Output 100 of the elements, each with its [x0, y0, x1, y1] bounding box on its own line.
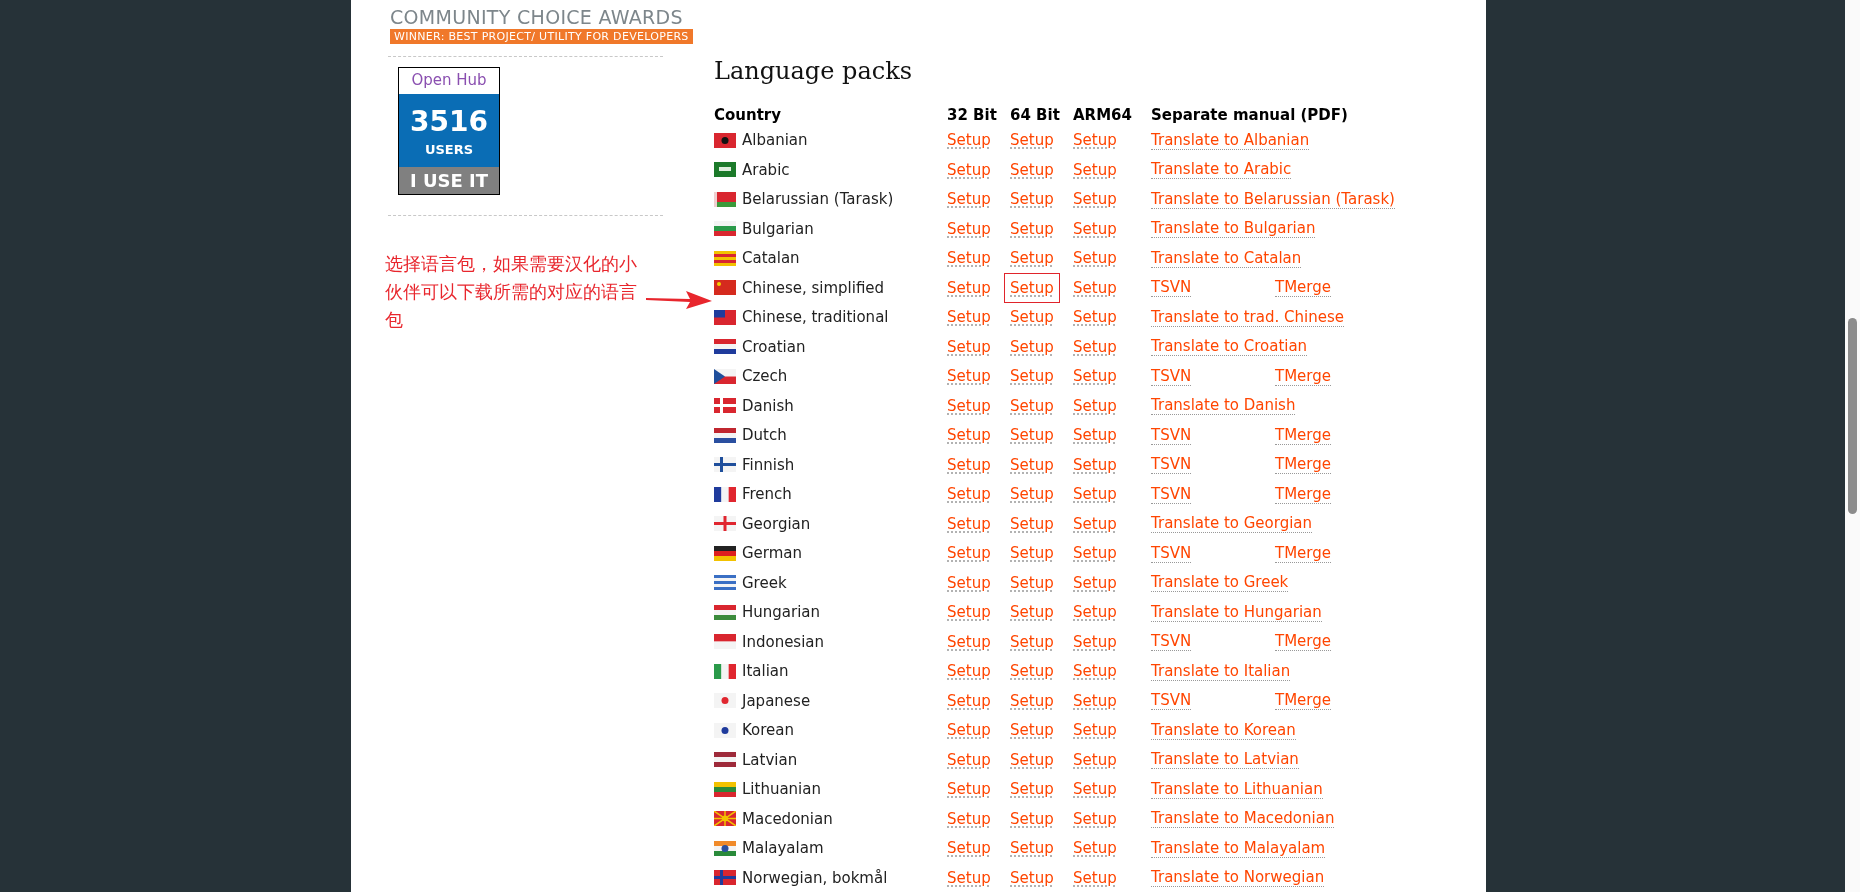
manual-link[interactable]: Translate to Lithuanian [1151, 779, 1323, 799]
manual-link[interactable]: TSVN [1151, 278, 1192, 297]
setup-link[interactable]: Setup [941, 390, 997, 421]
setup-link[interactable]: Setup [1004, 213, 1060, 244]
manual-link[interactable]: Translate to Macedonian [1151, 809, 1335, 828]
manual-link[interactable]: TMerge [1275, 691, 1331, 710]
setup-link[interactable]: Setup [941, 685, 997, 716]
setup-link[interactable]: Setup [1067, 213, 1123, 244]
setup-link[interactable]: Setup [1067, 508, 1123, 539]
setup-link[interactable]: Setup [941, 744, 997, 775]
manual-link[interactable]: Translate to Korean [1151, 720, 1296, 740]
setup-link[interactable]: Setup [941, 302, 997, 332]
setup-link[interactable]: Setup [1067, 184, 1123, 214]
setup-link[interactable]: Setup [941, 626, 997, 657]
manual-link[interactable]: Translate to Danish [1151, 396, 1296, 415]
manual-link[interactable]: TSVN [1151, 691, 1192, 710]
setup-link[interactable]: Setup [1004, 125, 1060, 155]
setup-link[interactable]: Setup [941, 184, 997, 214]
manual-link[interactable]: Translate to Italian [1151, 661, 1291, 681]
manual-link[interactable]: TMerge [1275, 425, 1331, 445]
setup-link[interactable]: Setup [1067, 803, 1123, 834]
setup-link[interactable]: Setup [941, 656, 997, 686]
setup-link[interactable]: Setup [941, 243, 997, 273]
manual-link[interactable]: TMerge [1275, 366, 1331, 386]
setup-link[interactable]: Setup [1004, 331, 1060, 362]
setup-link[interactable]: Setup [1004, 744, 1060, 775]
setup-link[interactable]: Setup [1067, 390, 1123, 421]
setup-link[interactable]: Setup [1004, 420, 1060, 450]
setup-link[interactable]: Setup [1004, 449, 1060, 480]
setup-link[interactable]: Setup [1004, 243, 1060, 273]
manual-link[interactable]: Translate to Albanian [1151, 130, 1310, 150]
setup-link[interactable]: Setup [941, 361, 997, 391]
setup-link[interactable]: Setup [941, 272, 997, 303]
setup-link[interactable]: Setup [941, 479, 997, 509]
manual-link[interactable]: TSVN [1151, 455, 1192, 474]
manual-link[interactable]: TMerge [1275, 632, 1331, 651]
manual-link[interactable]: Translate to Arabic [1151, 160, 1292, 179]
manual-link[interactable]: Translate to Belarussian (Tarask) [1151, 189, 1395, 209]
setup-link[interactable]: Setup [941, 567, 997, 598]
setup-link[interactable]: Setup [1004, 302, 1060, 332]
setup-link[interactable]: Setup [1004, 656, 1060, 686]
setup-link[interactable]: Setup [1067, 243, 1123, 273]
manual-link[interactable]: TSVN [1151, 484, 1192, 504]
setup-link[interactable]: Setup [1004, 272, 1060, 303]
setup-link[interactable]: Setup [1004, 597, 1060, 627]
manual-link[interactable]: Translate to Latvian [1151, 750, 1299, 769]
manual-link[interactable]: TSVN [1151, 543, 1192, 563]
setup-link[interactable]: Setup [1004, 479, 1060, 509]
manual-link[interactable]: TMerge [1275, 543, 1331, 563]
setup-link[interactable]: Setup [1067, 626, 1123, 657]
openhub-badge[interactable]: Open Hub 3516 USERS I USE IT [398, 67, 500, 195]
setup-link[interactable]: Setup [1067, 744, 1123, 775]
setup-link[interactable]: Setup [941, 774, 997, 804]
setup-link[interactable]: Setup [941, 154, 997, 185]
setup-link[interactable]: Setup [1004, 361, 1060, 391]
setup-link[interactable]: Setup [1067, 567, 1123, 598]
setup-link[interactable]: Setup [1067, 685, 1123, 716]
manual-link[interactable]: TSVN [1151, 366, 1192, 386]
setup-link[interactable]: Setup [1067, 833, 1123, 863]
setup-link[interactable]: Setup [1067, 597, 1123, 627]
scrollbar-thumb[interactable] [1848, 318, 1857, 514]
setup-link[interactable]: Setup [1004, 774, 1060, 804]
setup-link[interactable]: Setup [1067, 302, 1123, 332]
setup-link[interactable]: Setup [941, 449, 997, 480]
setup-link[interactable]: Setup [1067, 449, 1123, 480]
setup-link[interactable]: Setup [1004, 184, 1060, 214]
setup-link[interactable]: Setup [1004, 538, 1060, 568]
manual-link[interactable]: Translate to Malayalam [1151, 838, 1326, 858]
setup-link[interactable]: Setup [1004, 862, 1060, 892]
manual-link[interactable]: Translate to Greek [1151, 573, 1289, 592]
manual-link[interactable]: Translate to Croatian [1151, 337, 1308, 356]
setup-link[interactable]: Setup [1067, 154, 1123, 185]
setup-link[interactable]: Setup [941, 833, 997, 863]
manual-link[interactable]: Translate to trad. Chinese [1151, 307, 1344, 327]
setup-link[interactable]: Setup [941, 420, 997, 450]
setup-link[interactable]: Setup [1004, 390, 1060, 421]
setup-link[interactable]: Setup [941, 125, 997, 155]
manual-link[interactable]: Translate to Georgian [1151, 514, 1313, 533]
setup-link[interactable]: Setup [1067, 331, 1123, 362]
setup-link[interactable]: Setup [1067, 774, 1123, 804]
setup-link[interactable]: Setup [941, 862, 997, 892]
setup-link[interactable]: Setup [1067, 272, 1123, 303]
manual-link[interactable]: Translate to Norwegian [1151, 868, 1325, 887]
setup-link[interactable]: Setup [1067, 862, 1123, 892]
setup-link[interactable]: Setup [1004, 508, 1060, 539]
setup-link[interactable]: Setup [1004, 567, 1060, 598]
setup-link[interactable]: Setup [1004, 803, 1060, 834]
setup-link[interactable]: Setup [941, 213, 997, 244]
setup-link[interactable]: Setup [941, 597, 997, 627]
setup-link[interactable]: Setup [1067, 420, 1123, 450]
setup-link[interactable]: Setup [1004, 833, 1060, 863]
setup-link[interactable]: Setup [941, 538, 997, 568]
setup-link[interactable]: Setup [1067, 479, 1123, 509]
setup-link[interactable]: Setup [1067, 715, 1123, 745]
manual-link[interactable]: TMerge [1275, 278, 1331, 297]
manual-link[interactable]: TMerge [1275, 484, 1331, 504]
manual-link[interactable]: Translate to Hungarian [1151, 602, 1322, 622]
setup-link[interactable]: Setup [941, 715, 997, 745]
setup-link[interactable]: Setup [1004, 685, 1060, 716]
setup-link[interactable]: Setup [1067, 538, 1123, 568]
